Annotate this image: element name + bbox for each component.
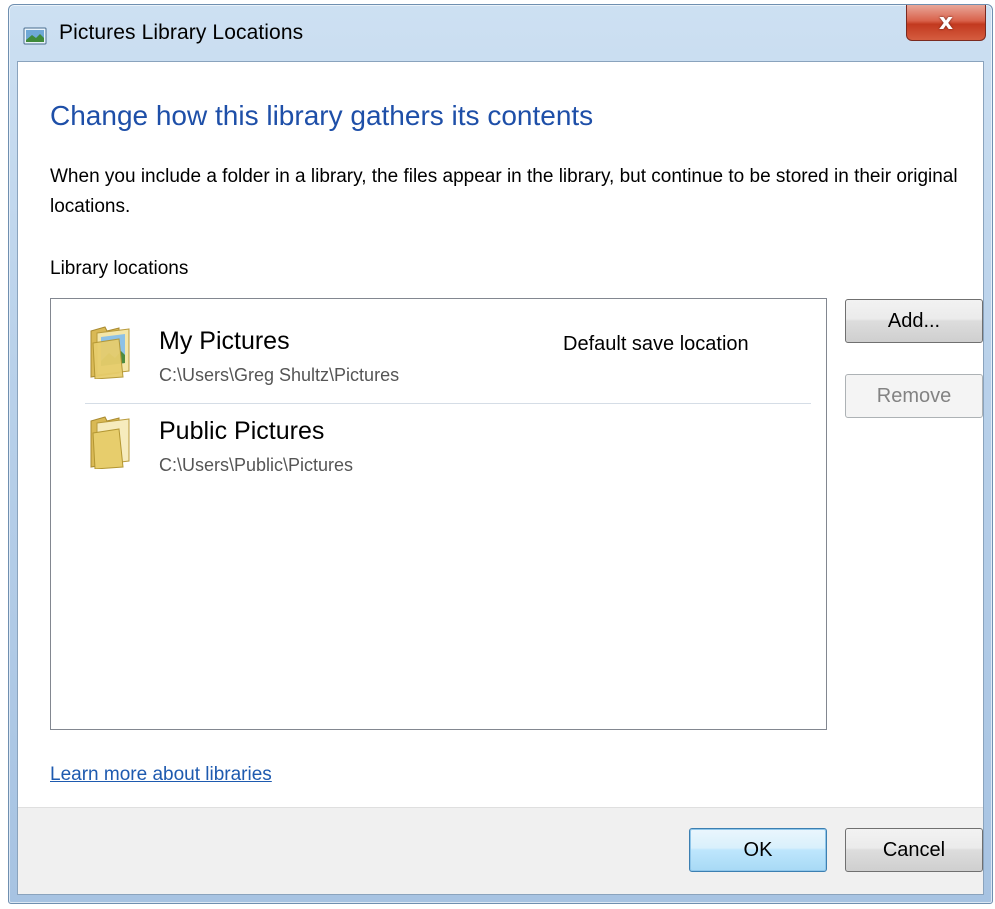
default-save-location-badge: Default save location — [563, 333, 749, 355]
location-path: C:\Users\Greg Shultz\Pictures — [159, 365, 400, 385]
ok-button[interactable]: OK — [689, 828, 827, 872]
close-button[interactable]: x — [906, 5, 986, 41]
pictures-folder-icon — [90, 326, 130, 379]
remove-button[interactable]: Remove — [845, 374, 983, 418]
location-name: Public Pictures — [159, 417, 325, 445]
title-bar[interactable]: Pictures Library Locations x — [9, 5, 992, 61]
dialog-content: Change how this library gathers its cont… — [17, 61, 984, 895]
learn-more-link[interactable]: Learn more about libraries — [50, 764, 272, 786]
list-item-public-pictures[interactable]: Public Pictures C:\Users\Public\Pictures — [51, 389, 826, 481]
cancel-button[interactable]: Cancel — [845, 828, 983, 872]
library-icon — [23, 27, 47, 45]
dialog-window: Pictures Library Locations x Change how … — [8, 4, 993, 904]
library-locations-list[interactable]: My Pictures C:\Users\Greg Shultz\Picture… — [50, 298, 827, 730]
folder-icon — [90, 416, 130, 469]
location-path: C:\Users\Public\Pictures — [159, 455, 354, 475]
add-button[interactable]: Add... — [845, 299, 983, 343]
learn-more-link-text: Learn more about libraries — [50, 764, 272, 785]
library-locations-label: Library locations — [50, 258, 189, 279]
dialog-footer: OK Cancel — [18, 807, 983, 894]
page-title: Change how this library gathers its cont… — [50, 100, 594, 131]
list-item-my-pictures[interactable]: My Pictures C:\Users\Greg Shultz\Picture… — [51, 299, 826, 391]
close-icon: x — [938, 10, 954, 35]
description-text: When you include a folder in a library, … — [50, 166, 958, 217]
window-title: Pictures Library Locations — [59, 21, 304, 44]
location-name: My Pictures — [159, 327, 290, 355]
